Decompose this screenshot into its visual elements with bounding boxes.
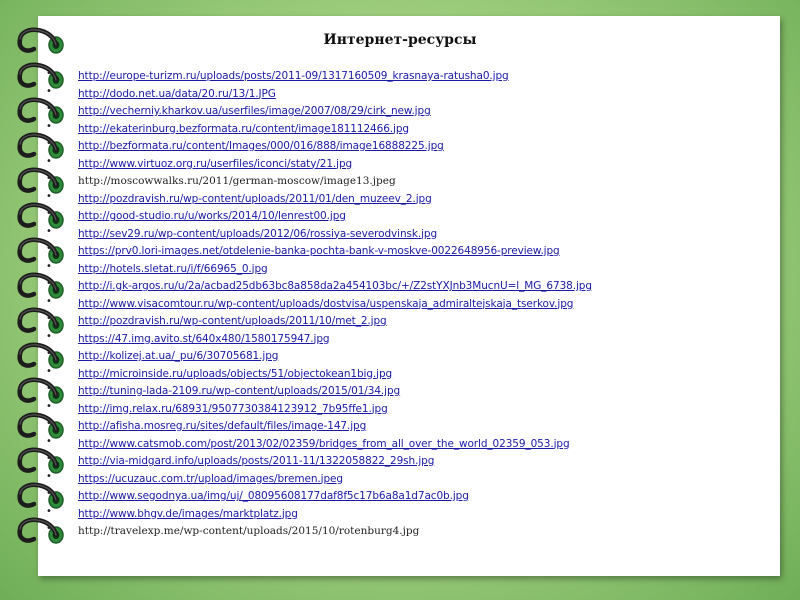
bullet-dot-icon: •	[46, 243, 52, 254]
resource-link[interactable]: http://www.visacomtour.ru/wp-content/upl…	[78, 298, 573, 310]
list-item: • http://i.gk-argos.ru/u/2a/acbad25db63bc…	[46, 275, 786, 293]
list-item: • http://pozdravish.ru/wp-content/uploads…	[46, 310, 786, 328]
bullet-dot-icon: •	[46, 453, 52, 464]
resource-link[interactable]: http://bezformata.ru/content/Images/000/…	[78, 140, 444, 152]
resource-link[interactable]: http://europe-turizm.ru/uploads/posts/20…	[78, 70, 509, 82]
list-item: • https://prv0.lori-images.net/otdelenie-…	[46, 240, 786, 258]
resource-link[interactable]: http://www.catsmob.com/post/2013/02/0235…	[78, 438, 570, 450]
resource-link[interactable]: http://microinside.ru/uploads/objects/51…	[78, 368, 392, 380]
bullet-dot-icon: •	[46, 418, 52, 429]
resource-link[interactable]: http://dodo.net.ua/data/20.ru/13/1.JPG	[78, 88, 276, 100]
list-item: • http://img.relax.ru/68931/9507730384123…	[46, 398, 786, 416]
bullet-dot-icon: •	[46, 330, 52, 342]
list-item: • http://ekaterinburg.bezformata.ru/conte…	[46, 118, 786, 136]
bullet-dot-icon: •	[46, 120, 52, 132]
bullet-dot-icon: •	[46, 225, 52, 237]
bullet-dot-icon: •	[46, 260, 52, 272]
list-item: • http://www.visacomtour.ru/wp-content/up…	[46, 293, 786, 311]
resource-link[interactable]: http://hotels.sletat.ru/i/f/66965_0.jpg	[78, 263, 268, 275]
list-item: • https://47.img.avito.st/640x480/1580175…	[46, 328, 786, 346]
resource-link[interactable]: http://kolizej.at.ua/_pu/6/30705681.jpg	[78, 350, 278, 362]
resource-link[interactable]: https://prv0.lori-images.net/otdelenie-b…	[78, 245, 560, 257]
resource-link[interactable]: http://www.virtuoz.org.ru/userfiles/icon…	[78, 158, 352, 170]
bullet-dot-icon: •	[46, 208, 52, 219]
resource-link[interactable]: https://47.img.avito.st/640x480/15801759…	[78, 333, 330, 345]
bullet-dot-icon: •	[46, 85, 52, 97]
list-item: • http://via-midgard.info/uploads/posts/2…	[46, 450, 786, 468]
resource-text: http://moscowwalks.ru/2011/german-moscow…	[78, 175, 396, 187]
bullet-dot-icon: •	[46, 365, 52, 377]
list-item: • http://tuning-lada-2109.ru/wp-content/u…	[46, 380, 786, 398]
resource-link[interactable]: http://pozdravish.ru/wp-content/uploads/…	[78, 193, 432, 205]
resource-link[interactable]: http://via-midgard.info/uploads/posts/20…	[78, 455, 434, 467]
resource-link[interactable]: http://www.bhgv.de/images/marktplatz.jpg	[78, 508, 298, 520]
list-item: • http://europe-turizm.ru/uploads/posts/2…	[46, 65, 786, 83]
resource-link[interactable]: http://vecherniy.kharkov.ua/userfiles/im…	[78, 105, 431, 117]
list-item: • http://good-studio.ru/u/works/2014/10/l…	[46, 205, 786, 223]
bullet-dot-icon: •	[46, 173, 52, 184]
resource-link[interactable]: http://afisha.mosreg.ru/sites/default/fi…	[78, 420, 366, 432]
list-item: • http://pozdravish.ru/wp-content/uploads…	[46, 188, 786, 206]
list-item: • http://hotels.sletat.ru/i/f/66965_0.jpg	[46, 258, 786, 276]
list-item: • http://dodo.net.ua/data/20.ru/13/1.JPG	[46, 83, 786, 101]
resource-link[interactable]: http://good-studio.ru/u/works/2014/10/le…	[78, 210, 346, 222]
bullet-dot-icon: •	[46, 278, 52, 289]
resource-link[interactable]: https://ucuzauc.com.tr/upload/images/bre…	[78, 473, 343, 485]
bullet-dot-icon: •	[46, 383, 52, 394]
bullet-dot-icon: •	[46, 68, 52, 79]
bullet-dot-icon: •	[46, 313, 52, 324]
bullet-dot-icon: •	[46, 348, 52, 359]
bullet-dot-icon: •	[46, 435, 52, 447]
resource-link[interactable]: http://sev29.ru/wp-content/uploads/2012/…	[78, 228, 437, 240]
resource-link[interactable]: http://ekaterinburg.bezformata.ru/conten…	[78, 123, 409, 135]
resource-link[interactable]: http://www.segodnya.ua/img/uj/_080956081…	[78, 490, 469, 502]
list-item: • https://ucuzauc.com.tr/upload/images/br…	[46, 468, 786, 486]
list-item: • http://bezformata.ru/content/Images/000…	[46, 135, 786, 153]
resource-list: • http://europe-turizm.ru/uploads/posts/2…	[46, 65, 786, 538]
list-item: • http://vecherniy.kharkov.ua/userfiles/i…	[46, 100, 786, 118]
list-item: • http://www.bhgv.de/images/marktplatz.jp…	[46, 503, 786, 521]
resource-link[interactable]: http://i.gk-argos.ru/u/2a/acbad25db63bc8…	[78, 280, 592, 292]
list-item: • http://www.catsmob.com/post/2013/02/023…	[46, 433, 786, 451]
bullet-dot-icon: •	[46, 155, 52, 167]
bullet-dot-icon: •	[46, 505, 52, 517]
resource-link[interactable]: http://tuning-lada-2109.ru/wp-content/up…	[78, 385, 400, 397]
resource-link[interactable]: http://img.relax.ru/68931/95077303841239…	[78, 403, 388, 415]
list-item: • http://sev29.ru/wp-content/uploads/2012…	[46, 223, 786, 241]
page-title: Интернет-ресурсы	[323, 32, 477, 48]
list-item: • http://www.virtuoz.org.ru/userfiles/ico…	[46, 153, 786, 171]
bullet-dot-icon: •	[46, 470, 52, 482]
bullet-dot-icon: •	[46, 190, 52, 202]
list-item: • http://travelexp.me/wp-content/uploads/…	[46, 520, 786, 538]
list-item: • http://moscowwalks.ru/2011/german-mosco…	[46, 170, 786, 188]
resource-link[interactable]: http://pozdravish.ru/wp-content/uploads/…	[78, 315, 387, 327]
bullet-dot-icon: •	[46, 138, 52, 149]
list-item: • http://www.segodnya.ua/img/uj/_08095608…	[46, 485, 786, 503]
bullet-dot-icon: •	[46, 488, 52, 499]
list-item: • http://microinside.ru/uploads/objects/5…	[46, 363, 786, 381]
list-item: • http://afisha.mosreg.ru/sites/default/f…	[46, 415, 786, 433]
bullet-dot-icon: •	[46, 295, 52, 307]
list-item: • http://kolizej.at.ua/_pu/6/30705681.jpg	[46, 345, 786, 363]
bullet-dot-icon: •	[46, 400, 52, 412]
resource-text: http://travelexp.me/wp-content/uploads/2…	[78, 525, 420, 537]
bullet-dot-icon: •	[46, 523, 52, 534]
bullet-dot-icon: •	[46, 103, 52, 114]
